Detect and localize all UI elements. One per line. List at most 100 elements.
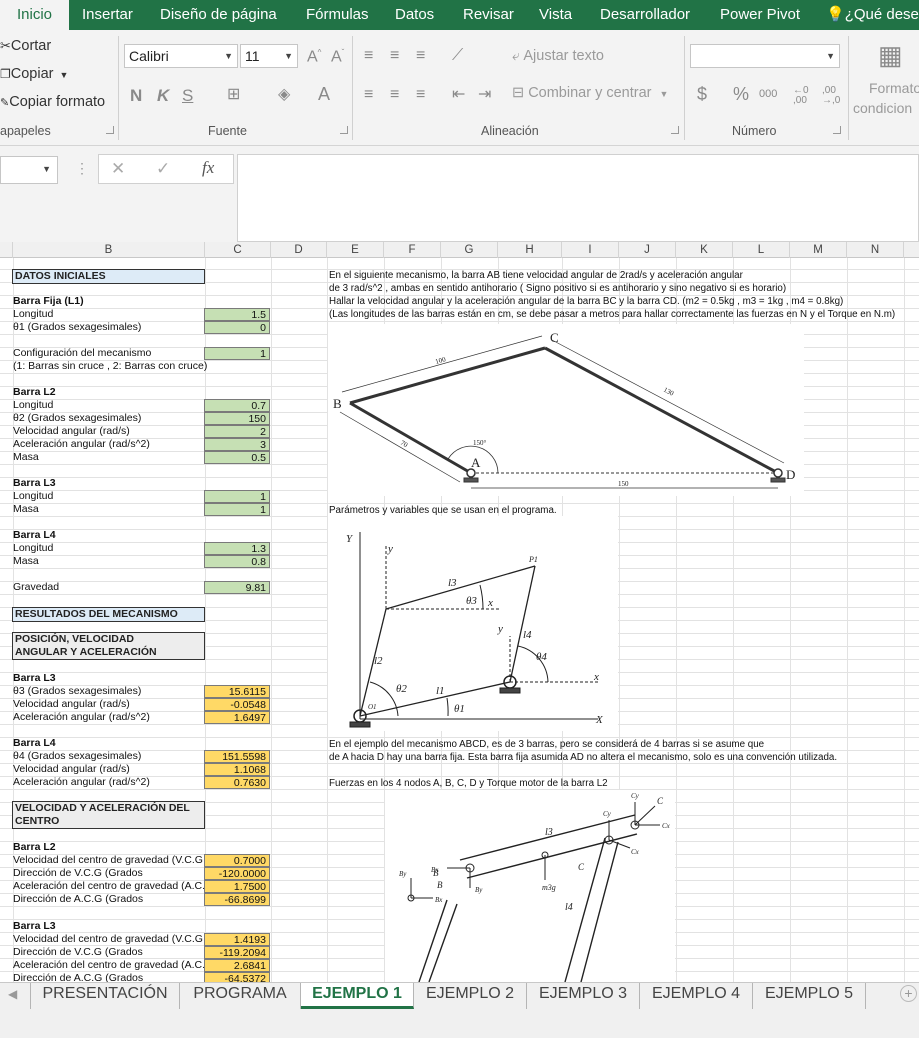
input-cell[interactable]: 2 <box>204 425 270 438</box>
sheet-tab-presentacion[interactable]: PRESENTACIÓN <box>30 983 180 1009</box>
mechanism-figure[interactable]: B C A D 100 130 70 150 150° <box>328 324 804 496</box>
fill-color-icon[interactable]: ◈ <box>278 87 290 103</box>
font-size-select[interactable]: 11 ▼ <box>240 44 298 68</box>
column-header[interactable]: I <box>562 242 619 258</box>
underline-button[interactable]: S <box>182 87 193 104</box>
column-header[interactable]: B <box>13 242 205 258</box>
bold-button[interactable]: N <box>130 87 142 104</box>
result-cell[interactable]: 1.6497 <box>204 711 270 724</box>
wrap-text-button[interactable]: ⤶ Ajustar texto <box>512 48 604 64</box>
parameters-figure[interactable]: Y X y x y x P1 O1 l1 l2 l3 l4 θ1 θ2 θ3 θ… <box>328 516 618 731</box>
column-header[interactable]: N <box>847 242 904 258</box>
insert-function-button[interactable]: fx <box>202 158 214 178</box>
conditional-format-button[interactable]: Formato <box>869 80 919 96</box>
thousands-button[interactable]: 000 <box>759 89 777 100</box>
input-cell[interactable]: 0.7 <box>204 399 270 412</box>
tell-me-search[interactable]: 💡¿Qué desea <box>826 0 919 30</box>
input-cell[interactable]: 1.3 <box>204 542 270 555</box>
input-cell[interactable]: 1 <box>204 490 270 503</box>
result-cell[interactable]: 15.6115 <box>204 685 270 698</box>
align-left-icon[interactable]: ≡ <box>364 87 373 103</box>
tab-power-pivot[interactable]: Power Pivot <box>720 0 800 30</box>
column-header[interactable]: M <box>790 242 847 258</box>
cut-button[interactable]: ✂Cortar <box>0 38 51 54</box>
cancel-icon[interactable]: ✕ <box>111 159 125 179</box>
font-name-select[interactable]: Calibri ▼ <box>124 44 238 68</box>
column-header[interactable]: H <box>498 242 562 258</box>
align-bottom-icon[interactable]: ≡ <box>416 48 425 64</box>
result-cell[interactable]: -0.0548 <box>204 698 270 711</box>
increase-decimal-icon[interactable]: ←0,00 <box>793 86 809 106</box>
result-cell[interactable]: 0.7630 <box>204 776 270 789</box>
result-cell[interactable]: 1.7500 <box>204 880 270 893</box>
decrease-font-icon[interactable]: Aˇ <box>331 49 344 65</box>
tab-desarrollador[interactable]: Desarrollador <box>600 0 690 30</box>
input-cell[interactable]: 3 <box>204 438 270 451</box>
decrease-decimal-icon[interactable]: ,00 →,0 <box>822 86 840 106</box>
column-header[interactable]: K <box>676 242 733 258</box>
column-header[interactable]: C <box>205 242 271 258</box>
check-icon[interactable]: ✓ <box>156 159 170 179</box>
result-cell[interactable]: -64.5372 <box>204 972 270 982</box>
result-cell[interactable]: 1.1068 <box>204 763 270 776</box>
input-cell[interactable]: 1 <box>204 503 270 516</box>
result-cell[interactable]: -120.0000 <box>204 867 270 880</box>
align-top-icon[interactable]: ≡ <box>364 48 373 64</box>
result-cell[interactable]: 151.5598 <box>204 750 270 763</box>
sheet-tab-ejemplo-5[interactable]: EJEMPLO 5 <box>753 983 866 1009</box>
result-cell[interactable]: -66.8699 <box>204 893 270 906</box>
tab-inicio[interactable]: Inicio <box>0 0 70 30</box>
input-cell[interactable]: 1.5 <box>204 308 270 321</box>
name-box[interactable]: ▼ <box>0 156 58 184</box>
number-format-select[interactable]: ▼ <box>690 44 840 68</box>
input-cell[interactable]: 150 <box>204 412 270 425</box>
tab-revisar[interactable]: Revisar <box>463 0 514 30</box>
input-cell[interactable]: 9.81 <box>204 581 270 594</box>
font-launcher-icon[interactable] <box>340 126 348 134</box>
clipboard-launcher-icon[interactable] <box>106 126 114 134</box>
currency-button[interactable]: $ <box>697 85 707 103</box>
italic-button[interactable]: K <box>157 87 169 104</box>
column-header[interactable]: G <box>441 242 498 258</box>
align-right-icon[interactable]: ≡ <box>416 87 425 103</box>
align-middle-icon[interactable]: ≡ <box>390 48 399 64</box>
column-header[interactable]: D <box>271 242 327 258</box>
sheet-tab-programa[interactable]: PROGRAMA <box>180 983 301 1009</box>
number-launcher-icon[interactable] <box>833 126 841 134</box>
font-color-icon[interactable]: A <box>318 85 330 103</box>
sheet-tab-ejemplo-3[interactable]: EJEMPLO 3 <box>527 983 640 1009</box>
orientation-icon[interactable]: ⟋ <box>452 48 463 64</box>
result-cell[interactable]: 0.7000 <box>204 854 270 867</box>
result-cell[interactable]: -119.2094 <box>204 946 270 959</box>
conditional-format-icon[interactable]: ▦ <box>878 42 903 68</box>
tab-vista[interactable]: Vista <box>539 0 572 30</box>
forces-figure[interactable]: Cy C Cx l3 m3g Bx B By B By Bx C Cy Cx l… <box>385 790 675 982</box>
sheet-tab-ejemplo-4[interactable]: EJEMPLO 4 <box>640 983 753 1009</box>
sheet-tab-ejemplo-1[interactable]: EJEMPLO 1 <box>301 983 414 1009</box>
column-header[interactable]: E <box>327 242 384 258</box>
result-cell[interactable]: 1.4193 <box>204 933 270 946</box>
increase-indent-icon[interactable]: ⇥ <box>478 87 491 103</box>
column-header[interactable]: L <box>733 242 790 258</box>
input-cell[interactable]: 0 <box>204 321 270 334</box>
format-painter-button[interactable]: ✎Copiar formato <box>0 94 105 110</box>
borders-icon[interactable]: ⊞ <box>227 87 240 103</box>
result-cell[interactable]: 2.6841 <box>204 959 270 972</box>
align-center-icon[interactable]: ≡ <box>390 87 399 103</box>
merge-center-button[interactable]: ⊟ Combinar y centrar ▼ <box>512 85 668 101</box>
increase-font-icon[interactable]: A^ <box>307 49 321 65</box>
tab-datos[interactable]: Datos <box>395 0 434 30</box>
sheet-tab-ejemplo-2[interactable]: EJEMPLO 2 <box>414 983 527 1009</box>
column-header[interactable]: F <box>384 242 441 258</box>
column-header[interactable]: J <box>619 242 676 258</box>
column-header[interactable] <box>0 242 13 258</box>
copy-button[interactable]: ❐Copiar ▼ <box>0 66 68 82</box>
alignment-launcher-icon[interactable] <box>671 126 679 134</box>
tab-insertar[interactable]: Insertar <box>82 0 133 30</box>
formula-input[interactable] <box>237 154 919 242</box>
sheet-grid[interactable]: DATOS INICIALES Barra Fija (L1) Longitud… <box>0 258 919 982</box>
percent-button[interactable]: % <box>733 85 749 103</box>
decrease-indent-icon[interactable]: ⇤ <box>452 87 465 103</box>
input-cell[interactable]: 1 <box>204 347 270 360</box>
prev-sheet-icon[interactable]: ◀ <box>8 987 17 1001</box>
